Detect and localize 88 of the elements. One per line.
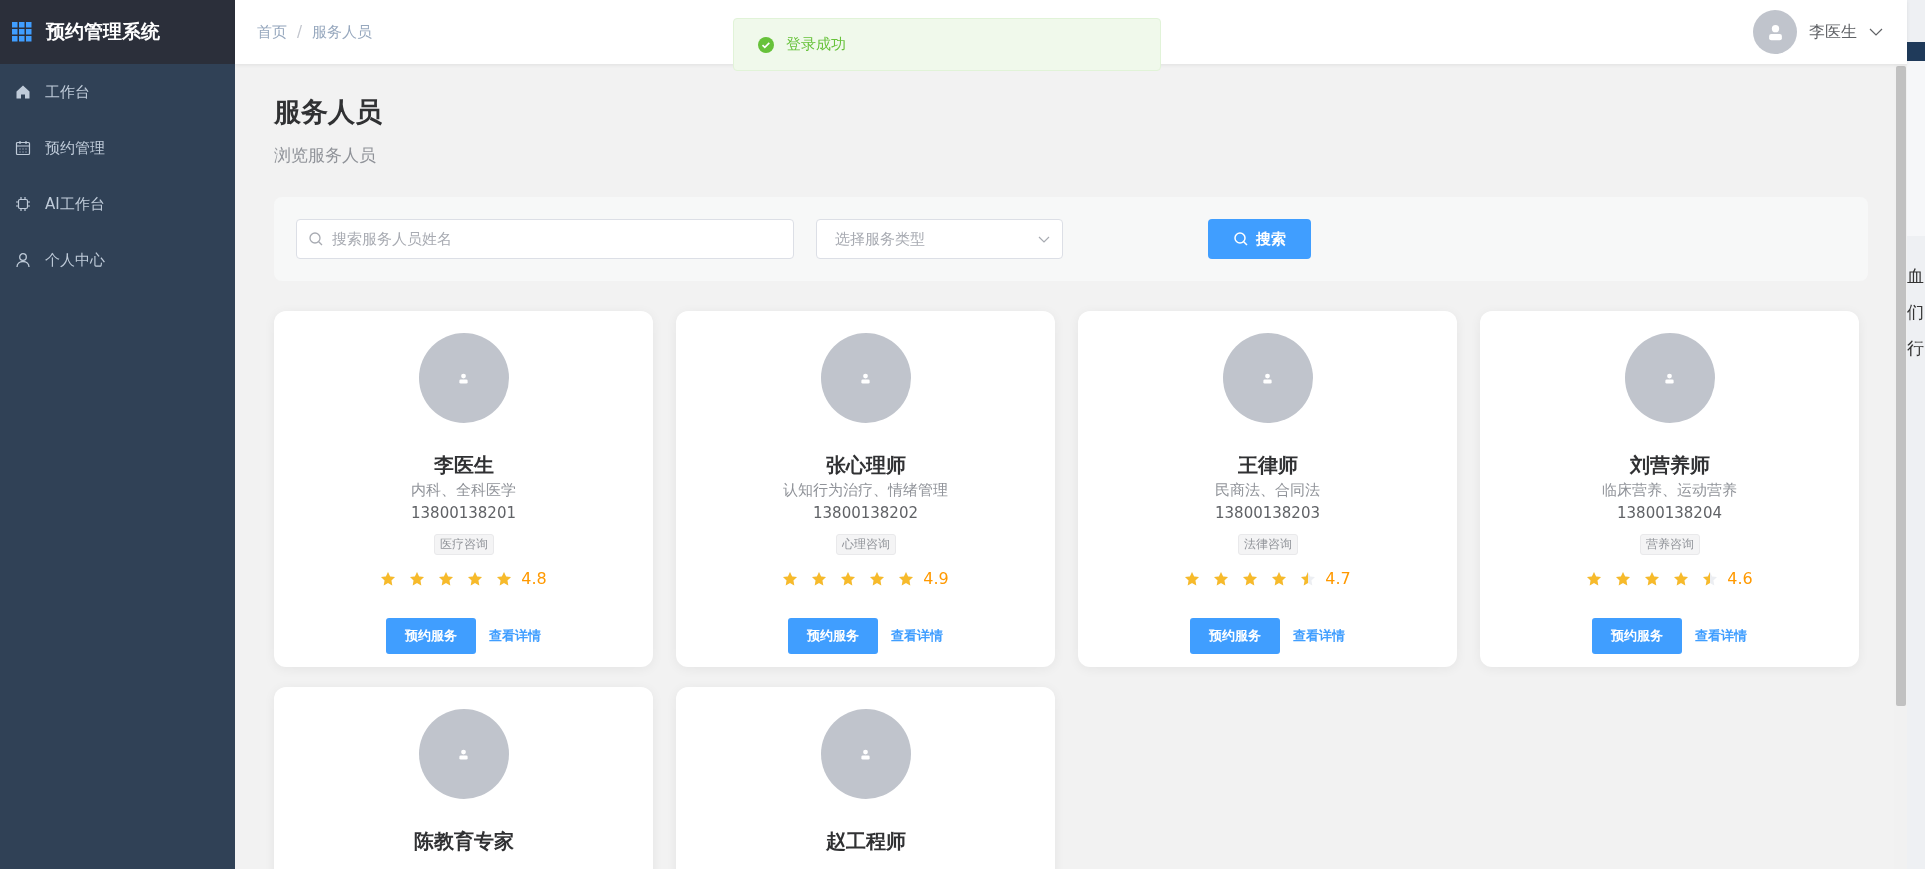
background-text: 行 [1907, 338, 1925, 358]
grid-icon [12, 22, 32, 42]
search-button[interactable]: 搜索 [1208, 219, 1311, 259]
star-icon [1644, 570, 1661, 587]
background-text: 们 [1907, 302, 1925, 322]
star-icon [1615, 570, 1632, 587]
person-icon [1262, 372, 1273, 384]
person-icon [860, 372, 871, 384]
menu-item[interactable]: 预约管理 [0, 120, 235, 176]
service-type-select[interactable]: 选择服务类型 [816, 219, 1063, 259]
search-icon [1233, 232, 1248, 246]
menu-item[interactable]: 工作台 [0, 64, 235, 120]
star-icon [898, 570, 915, 587]
star-icon [496, 570, 513, 587]
staff-name: 陈教育专家 [413, 829, 514, 853]
background-text: 血 [1907, 266, 1925, 286]
page-title: 服务人员 [274, 95, 383, 129]
toast-message: 登录成功 [786, 35, 846, 54]
star-icon [1702, 570, 1719, 587]
chevron-down-icon[interactable] [1869, 28, 1883, 36]
star-icon [840, 570, 857, 587]
user-name[interactable]: 李医生 [1809, 21, 1857, 43]
calendar-icon [15, 140, 31, 156]
staff-specialty: 认知行为治疗、情绪管理 [783, 481, 948, 500]
details-link[interactable]: 查看详情 [891, 627, 943, 645]
star-icon [409, 570, 426, 587]
breadcrumb-item[interactable]: 首页 [257, 22, 287, 42]
star-icon [1213, 570, 1230, 587]
staff-name: 王律师 [1237, 453, 1298, 477]
book-button[interactable]: 预约服务 [386, 618, 476, 654]
menu-item[interactable]: 个人中心 [0, 232, 235, 288]
scrollbar-thumb[interactable] [1895, 66, 1906, 706]
service-tag: 营养咨询 [1639, 534, 1700, 555]
service-tag: 医疗咨询 [433, 534, 494, 555]
star-icon [380, 570, 397, 587]
staff-name: 赵工程师 [825, 829, 906, 853]
page-subtitle: 浏览服务人员 [274, 144, 377, 167]
staff-name: 张心理师 [825, 453, 906, 477]
staff-name: 刘营养师 [1629, 453, 1710, 477]
star-icon [869, 570, 886, 587]
star-icon [1300, 570, 1317, 587]
home-icon [15, 84, 31, 100]
person-icon [1766, 23, 1784, 41]
staff-specialty: 民商法、合同法 [1215, 481, 1320, 500]
user-icon [15, 252, 31, 268]
rating-value: 4.9 [923, 569, 949, 588]
staff-specialty: 临床营养、运动营养 [1602, 481, 1737, 500]
details-link[interactable]: 查看详情 [489, 627, 541, 645]
staff-specialty: 内科、全科医学 [411, 481, 516, 500]
chevron-down-icon [1038, 235, 1050, 243]
staff-name: 李医生 [433, 453, 494, 477]
staff-phone: 13800138203 [1215, 504, 1320, 522]
details-link[interactable]: 查看详情 [1293, 627, 1345, 645]
staff-phone: 13800138201 [411, 504, 516, 522]
star-icon [1242, 570, 1259, 587]
book-button[interactable]: 预约服务 [1190, 618, 1280, 654]
person-icon [860, 748, 871, 760]
person-icon [1664, 372, 1675, 384]
user-avatar[interactable] [1753, 10, 1797, 54]
star-icon [1184, 570, 1201, 587]
service-tag: 法律咨询 [1237, 534, 1298, 555]
book-button[interactable]: 预约服务 [788, 618, 878, 654]
staff-phone: 13800138204 [1617, 504, 1722, 522]
person-icon [458, 372, 469, 384]
app-title: 预约管理系统 [46, 19, 160, 44]
star-icon [782, 570, 799, 587]
person-icon [458, 748, 469, 760]
rating-value: 4.7 [1325, 569, 1351, 588]
rating-value: 4.6 [1727, 569, 1753, 588]
menu-item[interactable]: AI工作台 [0, 176, 235, 232]
search-field[interactable]: 搜索服务人员姓名 [296, 219, 794, 259]
star-icon [1586, 570, 1603, 587]
search-icon [309, 232, 323, 246]
rating-value: 4.8 [521, 569, 547, 588]
check-circle-icon [758, 36, 774, 53]
photo-placeholder [1907, 42, 1925, 61]
breadcrumb-item: 服务人员 [312, 22, 373, 42]
star-icon [1271, 570, 1288, 587]
chip-icon [15, 196, 31, 212]
star-icon [811, 570, 828, 587]
staff-phone: 13800138202 [813, 504, 918, 522]
star-icon [1673, 570, 1690, 587]
star-icon [467, 570, 484, 587]
service-tag: 心理咨询 [835, 534, 896, 555]
star-icon [438, 570, 455, 587]
book-button[interactable]: 预约服务 [1592, 618, 1682, 654]
breadcrumb-separator: / [297, 22, 303, 42]
details-link[interactable]: 查看详情 [1695, 627, 1747, 645]
